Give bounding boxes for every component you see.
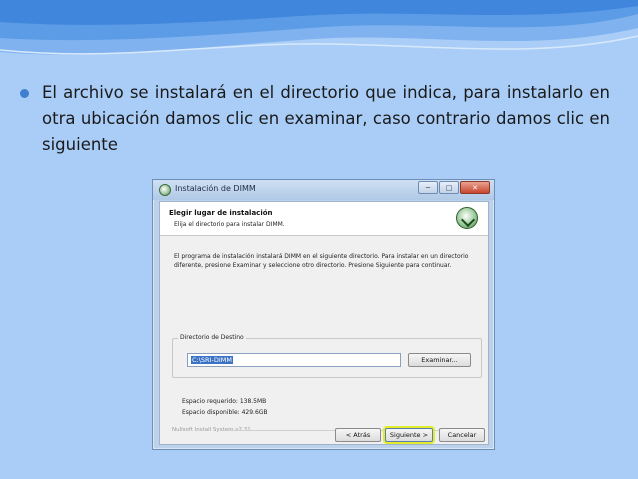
space-available: Espacio disponible: 429.6GB xyxy=(182,409,268,416)
title-bar: Instalación de DIMM ─ □ ✕ xyxy=(153,180,494,200)
destination-directory-input[interactable]: C:\SRI-DIMM xyxy=(187,353,401,367)
bullet-point: El archivo se instalará en el directorio… xyxy=(20,80,610,158)
installer-description: El programa de instalación instalará DIM… xyxy=(174,253,469,269)
browse-button[interactable]: Examinar... xyxy=(408,353,471,367)
bullet-icon xyxy=(20,89,29,98)
header-title: Elegir lugar de instalación xyxy=(169,209,273,217)
app-icon xyxy=(159,184,171,196)
next-button[interactable]: Siguiente > xyxy=(385,428,433,442)
destination-group-label: Directorio de Destino xyxy=(178,334,246,341)
installer-logo-icon xyxy=(456,207,478,229)
installer-body: Elegir lugar de instalación Elija el dir… xyxy=(159,201,489,445)
window-title: Instalación de DIMM xyxy=(175,184,256,193)
destination-directory-value: C:\SRI-DIMM xyxy=(191,356,233,364)
maximize-button[interactable]: □ xyxy=(439,181,459,194)
header-subtitle: Elija el directorio para instalar DIMM. xyxy=(174,221,285,228)
space-required: Espacio requerido: 138.5MB xyxy=(182,398,267,405)
minimize-button[interactable]: ─ xyxy=(418,181,438,194)
installer-window-screenshot: Instalación de DIMM ─ □ ✕ Elegir lugar d… xyxy=(152,179,495,450)
window-controls: ─ □ ✕ xyxy=(417,181,490,194)
cancel-button[interactable]: Cancelar xyxy=(439,428,485,442)
bullet-text: El archivo se instalará en el directorio… xyxy=(42,83,610,154)
installer-header: Elegir lugar de instalación Elija el dir… xyxy=(160,202,488,236)
decorative-wave-band xyxy=(0,0,638,55)
close-button[interactable]: ✕ xyxy=(460,181,490,194)
back-button[interactable]: < Atrás xyxy=(335,428,381,442)
